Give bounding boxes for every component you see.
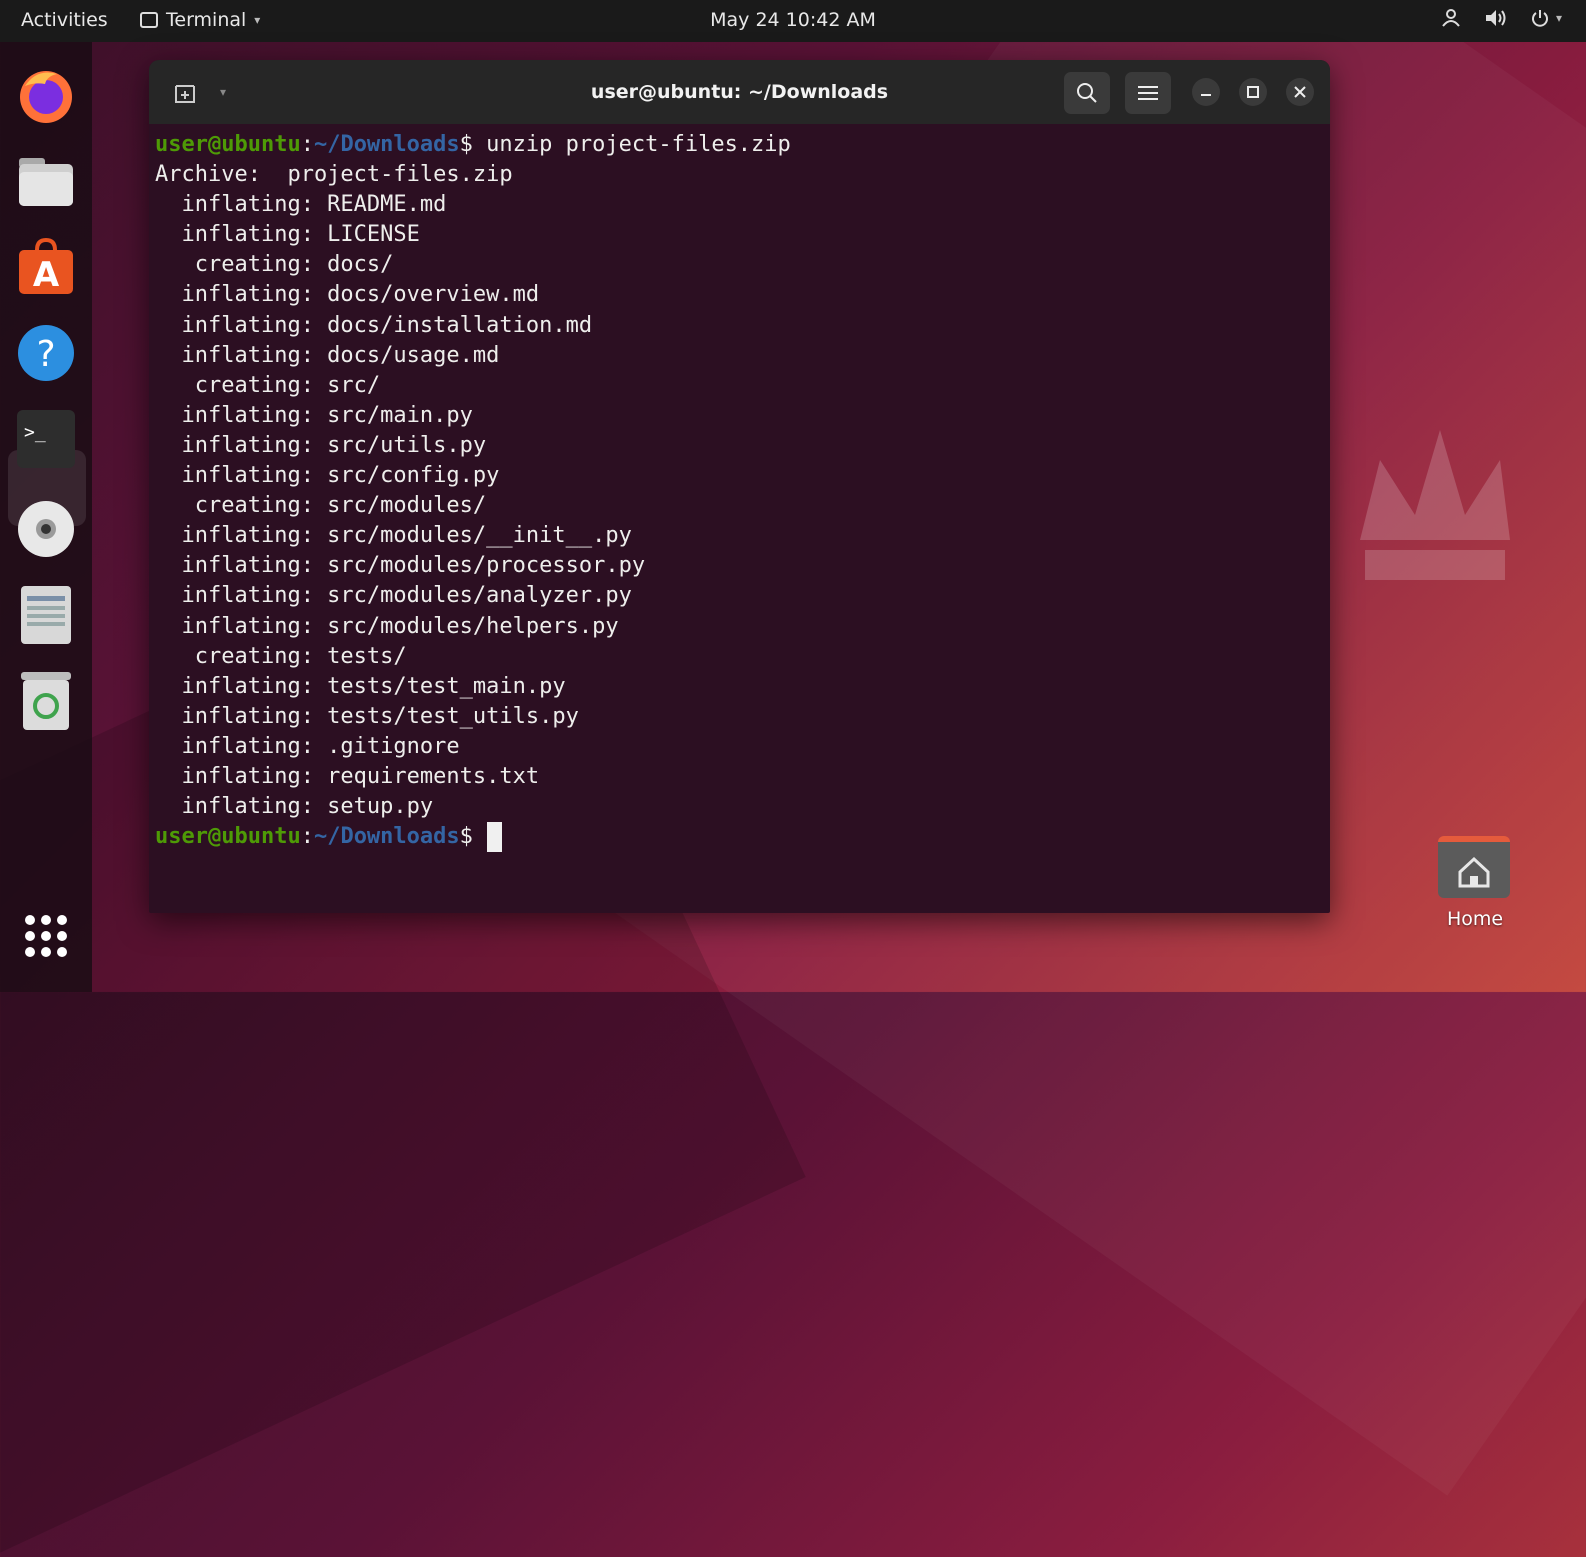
svg-text:?: ?	[36, 334, 55, 375]
dock-item-firefox[interactable]	[17, 66, 75, 124]
app-center-icon: A	[19, 238, 73, 295]
output-line: inflating: tests/test_utils.py	[155, 703, 579, 729]
prompt-path: ~/Downloads	[313, 824, 460, 850]
prompt-path: ~/Downloads	[313, 132, 460, 157]
menu-button[interactable]	[1125, 72, 1171, 114]
output-line: Archive: project-files.zip	[155, 162, 513, 188]
search-button[interactable]	[1064, 72, 1110, 114]
hamburger-menu-icon	[1138, 86, 1158, 100]
output-line: inflating: docs/installation.md	[155, 312, 593, 338]
maximize-icon	[1247, 86, 1259, 98]
terminal-icon: >_	[17, 410, 75, 468]
output-line: inflating: src/modules/processor.py	[155, 553, 646, 579]
clock[interactable]: May 24 10:42 AM	[710, 9, 876, 31]
output-line: inflating: tests/test_main.py	[155, 673, 566, 699]
activities-button[interactable]: Activities	[21, 9, 108, 31]
app-menu[interactable]: Terminal ▾	[140, 9, 260, 31]
search-icon	[1077, 83, 1097, 103]
close-icon	[1294, 86, 1306, 98]
system-tray[interactable]: ▾	[1440, 8, 1562, 28]
dock-item-show-apps[interactable]	[17, 907, 75, 965]
output-line: inflating: src/config.py	[155, 463, 500, 489]
disc-icon	[18, 501, 74, 557]
output-line: inflating: LICENSE	[155, 222, 420, 248]
dock-item-help[interactable]: ?	[17, 324, 75, 382]
close-button[interactable]	[1286, 78, 1314, 106]
network-icon[interactable]	[1440, 8, 1462, 28]
minimize-icon	[1201, 94, 1211, 96]
chevron-down-icon: ▾	[1555, 11, 1562, 25]
volume-icon[interactable]	[1484, 8, 1508, 28]
output-line: creating: src/	[155, 372, 381, 398]
dock-item-app-center[interactable]: A	[17, 238, 75, 296]
help-icon: ?	[18, 325, 74, 381]
text-editor-icon	[21, 586, 71, 644]
chevron-down-icon: ▾	[254, 13, 261, 27]
output-line: inflating: .gitignore	[155, 733, 460, 759]
app-menu-label: Terminal	[166, 9, 247, 31]
command-text: unzip project-files.zip	[472, 132, 791, 157]
firefox-icon	[20, 71, 72, 123]
terminal-header-bar[interactable]: ▾ user@ubuntu: ~/Downloads	[149, 60, 1330, 124]
output-line: inflating: requirements.txt	[155, 763, 540, 789]
output-line: inflating: setup.py	[155, 794, 434, 820]
home-folder-icon	[1438, 836, 1510, 898]
maximize-button[interactable]	[1239, 78, 1267, 106]
desktop-home-folder[interactable]: Home	[1438, 836, 1512, 930]
dock-item-disc[interactable]	[17, 500, 75, 558]
dock: A ? >_	[0, 42, 92, 992]
wallpaper-crown-icon	[1360, 430, 1510, 580]
output-line: inflating: README.md	[155, 192, 447, 218]
output-line: creating: src/modules/	[155, 493, 487, 519]
prompt-user: user@ubuntu	[155, 132, 301, 157]
new-tab-icon	[175, 85, 195, 103]
dock-item-trash[interactable]	[17, 672, 75, 730]
output-line: inflating: src/modules/__init__.py	[155, 523, 632, 549]
output-line: inflating: docs/usage.md	[155, 342, 500, 368]
prompt-user: user@ubuntu	[155, 824, 301, 850]
files-icon	[19, 158, 73, 206]
power-menu[interactable]: ▾	[1530, 8, 1562, 28]
window-icon	[140, 12, 158, 28]
desktop-home-label: Home	[1446, 908, 1504, 930]
new-tab-button[interactable]	[173, 82, 197, 108]
output-line: inflating: src/main.py	[155, 402, 473, 428]
dock-item-terminal[interactable]: >_	[17, 410, 75, 468]
command-line: user@ubuntu:~/Downloads$ unzip project-f…	[155, 130, 1315, 160]
output-line: inflating: src/utils.py	[155, 432, 487, 458]
output-line: creating: docs/	[155, 252, 394, 278]
trash-icon	[21, 672, 71, 730]
minimize-button[interactable]	[1192, 78, 1220, 106]
top-bar: Activities Terminal ▾ May 24 10:42 AM ▾	[0, 0, 1586, 42]
dock-item-text-editor[interactable]	[17, 586, 75, 644]
output-lines: Archive: project-files.zip inflating: RE…	[155, 160, 1315, 822]
output-line: inflating: docs/overview.md	[155, 282, 540, 308]
prompt-dollar: $	[459, 824, 473, 850]
output-line: inflating: src/modules/helpers.py	[155, 613, 619, 639]
svg-text:A: A	[33, 255, 60, 295]
prompt-separator: :	[300, 824, 314, 850]
output-line: inflating: src/modules/analyzer.py	[155, 583, 632, 609]
prompt-dollar: $	[459, 132, 473, 157]
dock-item-files[interactable]	[17, 152, 75, 210]
output-line: creating: tests/	[155, 643, 407, 669]
show-apps-icon	[25, 915, 67, 957]
terminal-window[interactable]: ▾ user@ubuntu: ~/Downloads user@ubuntu:~…	[149, 60, 1330, 913]
svg-text:>_: >_	[24, 422, 46, 443]
chevron-down-icon[interactable]: ▾	[220, 85, 226, 99]
prompt-separator: :	[300, 132, 314, 157]
current-prompt-line[interactable]: user@ubuntu:~/Downloads$	[155, 822, 1315, 853]
text-cursor	[486, 822, 502, 853]
power-icon	[1531, 10, 1548, 27]
terminal-output[interactable]: user@ubuntu:~/Downloads$ unzip project-f…	[155, 130, 1315, 853]
